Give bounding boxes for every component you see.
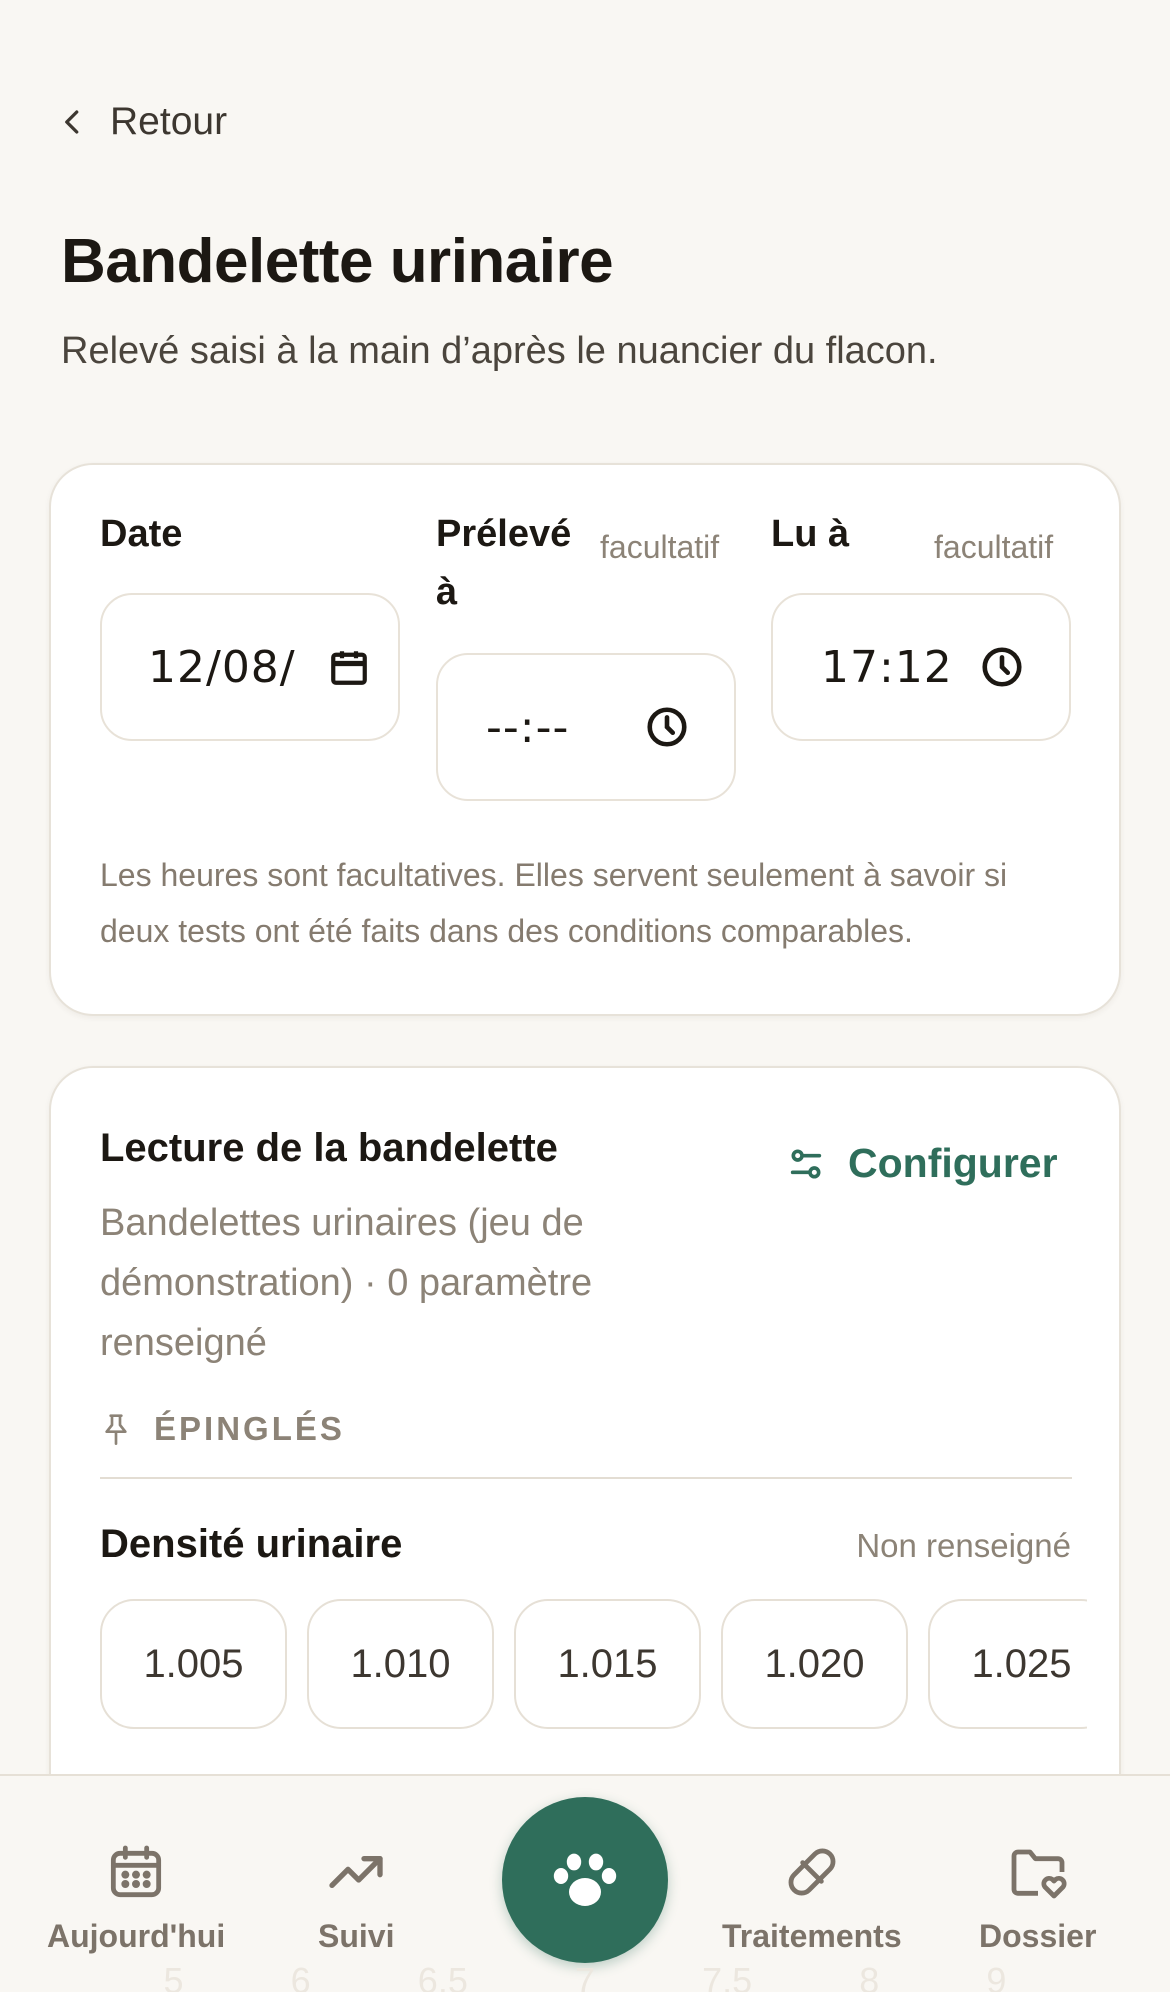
- chevron-left-icon: [65, 110, 79, 134]
- nav-tracking[interactable]: Suivi: [318, 1840, 394, 1955]
- read-at-optional: facultatif: [934, 529, 1054, 565]
- folder-heart-icon: [1011, 1849, 1067, 1899]
- page-title: Bandelette urinaire: [61, 227, 614, 296]
- density-option[interactable]: 1.015: [514, 1599, 701, 1729]
- sampled-at-value: --:--: [486, 701, 570, 753]
- read-at-input[interactable]: 17:12: [771, 593, 1071, 741]
- timing-card: Date 12/08/ Prélevé à facultatif --:-- L…: [49, 463, 1121, 1016]
- nav-records-label: Dossier: [979, 1918, 1097, 1954]
- paw-action-button[interactable]: [502, 1797, 668, 1963]
- calendar-icon[interactable]: [328, 646, 370, 688]
- pin-icon: [105, 1414, 127, 1445]
- ghost-scale-value: 5: [163, 1960, 184, 1992]
- ghost-scale-value: 7: [574, 1960, 595, 1992]
- page-subtitle: Relevé saisi à la main d’après le nuanci…: [61, 330, 938, 372]
- sampled-at-optional: facultatif: [600, 529, 720, 565]
- nav-today-label: Aujourd'hui: [47, 1918, 226, 1954]
- configure-label: Configurer: [848, 1140, 1058, 1186]
- page: Retour Bandelette urinaire Relevé saisi …: [0, 0, 1170, 1992]
- density-option[interactable]: 1.005: [100, 1599, 287, 1729]
- nav-records[interactable]: Dossier: [979, 1840, 1096, 1955]
- date-input[interactable]: 12/08/: [100, 593, 400, 741]
- ghost-scale-value: 6: [290, 1960, 311, 1992]
- density-option[interactable]: 1.010: [307, 1599, 494, 1729]
- nav-treatments[interactable]: Traitements: [722, 1840, 902, 1955]
- parameter-name: Densité urinaire: [100, 1522, 403, 1566]
- ghost-scale-value: 6.5: [417, 1960, 468, 1992]
- ghost-scale: 5 6 6.5 7 7.5 8 9: [0, 1960, 1170, 1992]
- read-at-value: 17:12: [821, 641, 953, 693]
- reading-title: Lecture de la bandelette: [100, 1126, 558, 1170]
- ghost-scale-value: 7.5: [702, 1960, 753, 1992]
- reading-card: Lecture de la bandelette Bandelettes uri…: [49, 1066, 1121, 1826]
- back-label: Retour: [110, 100, 228, 143]
- pinned-label: ÉPINGLÉS: [154, 1410, 345, 1447]
- nav-treatments-label: Traitements: [722, 1918, 902, 1954]
- density-options: 1.005 1.010 1.015 1.020 1.025: [100, 1599, 1087, 1731]
- sampled-at-input[interactable]: --:--: [436, 653, 736, 801]
- configure-button[interactable]: Configurer: [786, 1140, 1058, 1187]
- paw-icon: [553, 1853, 617, 1906]
- clock-icon[interactable]: [644, 704, 690, 750]
- density-option[interactable]: 1.020: [721, 1599, 908, 1729]
- read-at-label: Lu à: [771, 513, 850, 555]
- calendar-icon: [111, 1845, 162, 1898]
- clock-icon[interactable]: [979, 644, 1025, 690]
- trend-icon: [329, 1856, 383, 1888]
- density-option[interactable]: 1.025: [928, 1599, 1087, 1729]
- back-button[interactable]: Retour: [58, 100, 227, 144]
- nav-today[interactable]: Aujourd'hui: [47, 1840, 225, 1955]
- nav-tracking-label: Suivi: [318, 1918, 395, 1954]
- date-value: 12/08/: [148, 641, 296, 693]
- sliders-icon: [790, 1149, 822, 1178]
- date-label: Date: [100, 513, 183, 555]
- parameter-status: Non renseigné: [856, 1527, 1071, 1564]
- sampled-at-label: Prélevé à: [436, 513, 572, 613]
- ghost-scale-value: 9: [986, 1960, 1007, 1992]
- reading-subtitle: Bandelettes urinaires (jeu de démonstrat…: [100, 1202, 593, 1364]
- ghost-scale-value: 8: [859, 1960, 880, 1992]
- divider: [100, 1477, 1072, 1479]
- pill-icon: [788, 1848, 836, 1896]
- timing-help-text: Les heures sont facultatives. Elles serv…: [100, 857, 1008, 949]
- pinned-section-header: ÉPINGLÉS: [100, 1410, 345, 1448]
